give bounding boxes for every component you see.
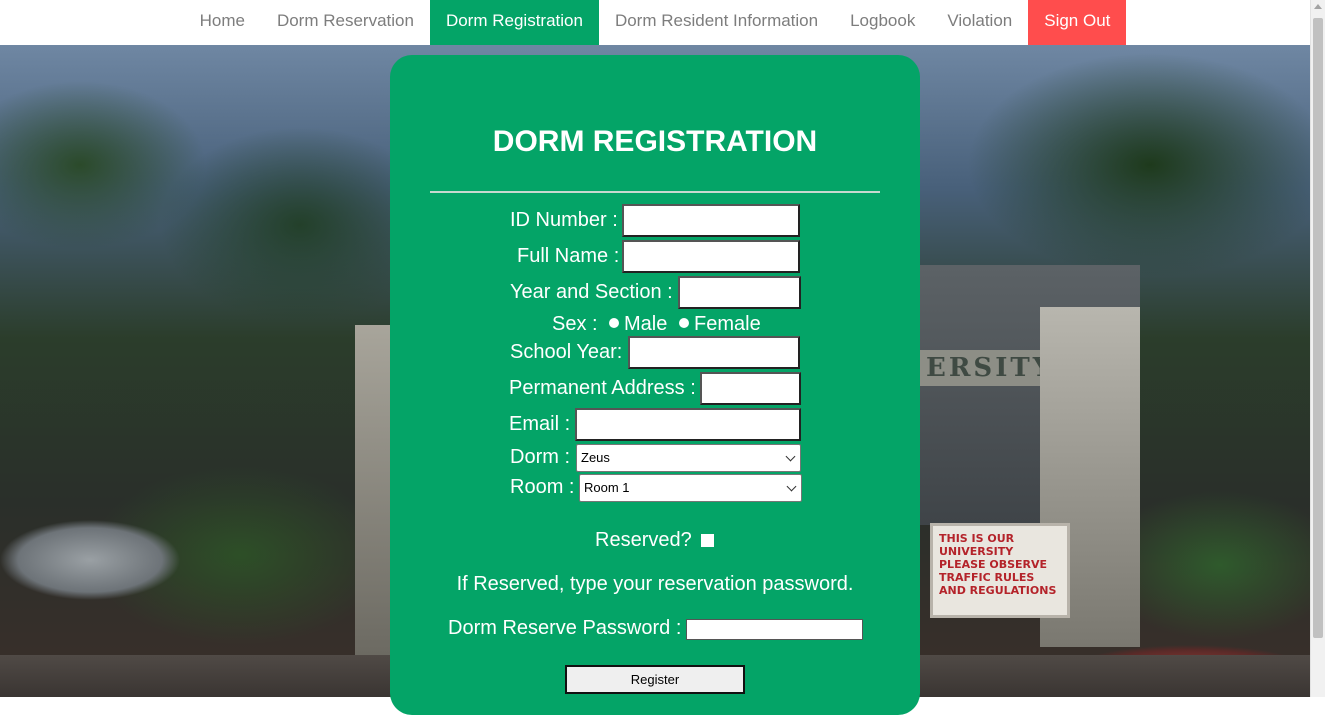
room-select-value: Room 1	[584, 480, 630, 495]
sex-label: Sex :	[552, 313, 598, 335]
background-pillar-left	[355, 325, 390, 655]
school-year-input[interactable]	[628, 336, 800, 369]
year-section-input[interactable]	[678, 276, 801, 309]
nav-home[interactable]: Home	[184, 0, 261, 45]
sex-male-radio[interactable]	[609, 318, 619, 328]
reserved-note: If Reserved, type your reservation passw…	[456, 573, 854, 595]
scroll-up-arrow-icon[interactable]	[1314, 4, 1322, 9]
full-name-input[interactable]	[622, 240, 800, 273]
nav-dorm-resident-information[interactable]: Dorm Resident Information	[599, 0, 834, 45]
page-title: DORM REGISTRATION	[492, 125, 818, 158]
registration-panel: DORM REGISTRATION ID Number : Full Name …	[390, 55, 920, 715]
id-number-label: ID Number :	[510, 209, 618, 231]
reserved-checkbox[interactable]	[701, 534, 714, 547]
year-section-label: Year and Section :	[510, 281, 673, 303]
school-year-label: School Year:	[510, 341, 623, 363]
background-university-sign: ERSITY	[920, 350, 1051, 386]
dorm-label: Dorm :	[510, 446, 570, 468]
email-label: Email :	[509, 413, 571, 435]
nav-logbook[interactable]: Logbook	[834, 0, 931, 45]
reserve-password-input[interactable]	[686, 619, 863, 640]
chevron-down-icon	[785, 451, 796, 462]
sex-female-radio[interactable]	[679, 318, 689, 328]
page-scrollbar[interactable]	[1310, 0, 1325, 697]
dorm-select[interactable]: Zeus	[576, 444, 801, 472]
title-divider	[430, 191, 880, 193]
email-input[interactable]	[575, 408, 801, 441]
nav-dorm-registration[interactable]: Dorm Registration	[429, 0, 599, 45]
reserve-password-label: Dorm Reserve Password :	[448, 617, 682, 639]
reserved-label: Reserved?	[595, 529, 692, 551]
top-navbar: Home Dorm Reservation Dorm Registration …	[0, 0, 1310, 45]
sex-male-label: Male	[624, 313, 668, 335]
scroll-thumb[interactable]	[1313, 18, 1323, 638]
chevron-down-icon	[786, 481, 797, 492]
sex-female-label: Female	[694, 313, 761, 335]
full-name-label: Full Name :	[517, 245, 620, 267]
room-label: Room :	[510, 476, 575, 498]
register-button[interactable]: Register	[565, 665, 745, 694]
permanent-address-label: Permanent Address :	[509, 377, 696, 399]
background-traffic-board: THIS IS OUR UNIVERSITY PLEASE OBSERVE TR…	[930, 523, 1070, 618]
id-number-input[interactable]	[622, 204, 800, 237]
nav-dorm-reservation[interactable]: Dorm Reservation	[261, 0, 430, 45]
permanent-address-input[interactable]	[700, 372, 801, 405]
room-select[interactable]: Room 1	[579, 474, 802, 502]
dorm-select-value: Zeus	[581, 450, 610, 465]
nav-sign-out[interactable]: Sign Out	[1028, 0, 1127, 45]
nav-violation[interactable]: Violation	[931, 0, 1028, 45]
background-car	[0, 515, 180, 605]
